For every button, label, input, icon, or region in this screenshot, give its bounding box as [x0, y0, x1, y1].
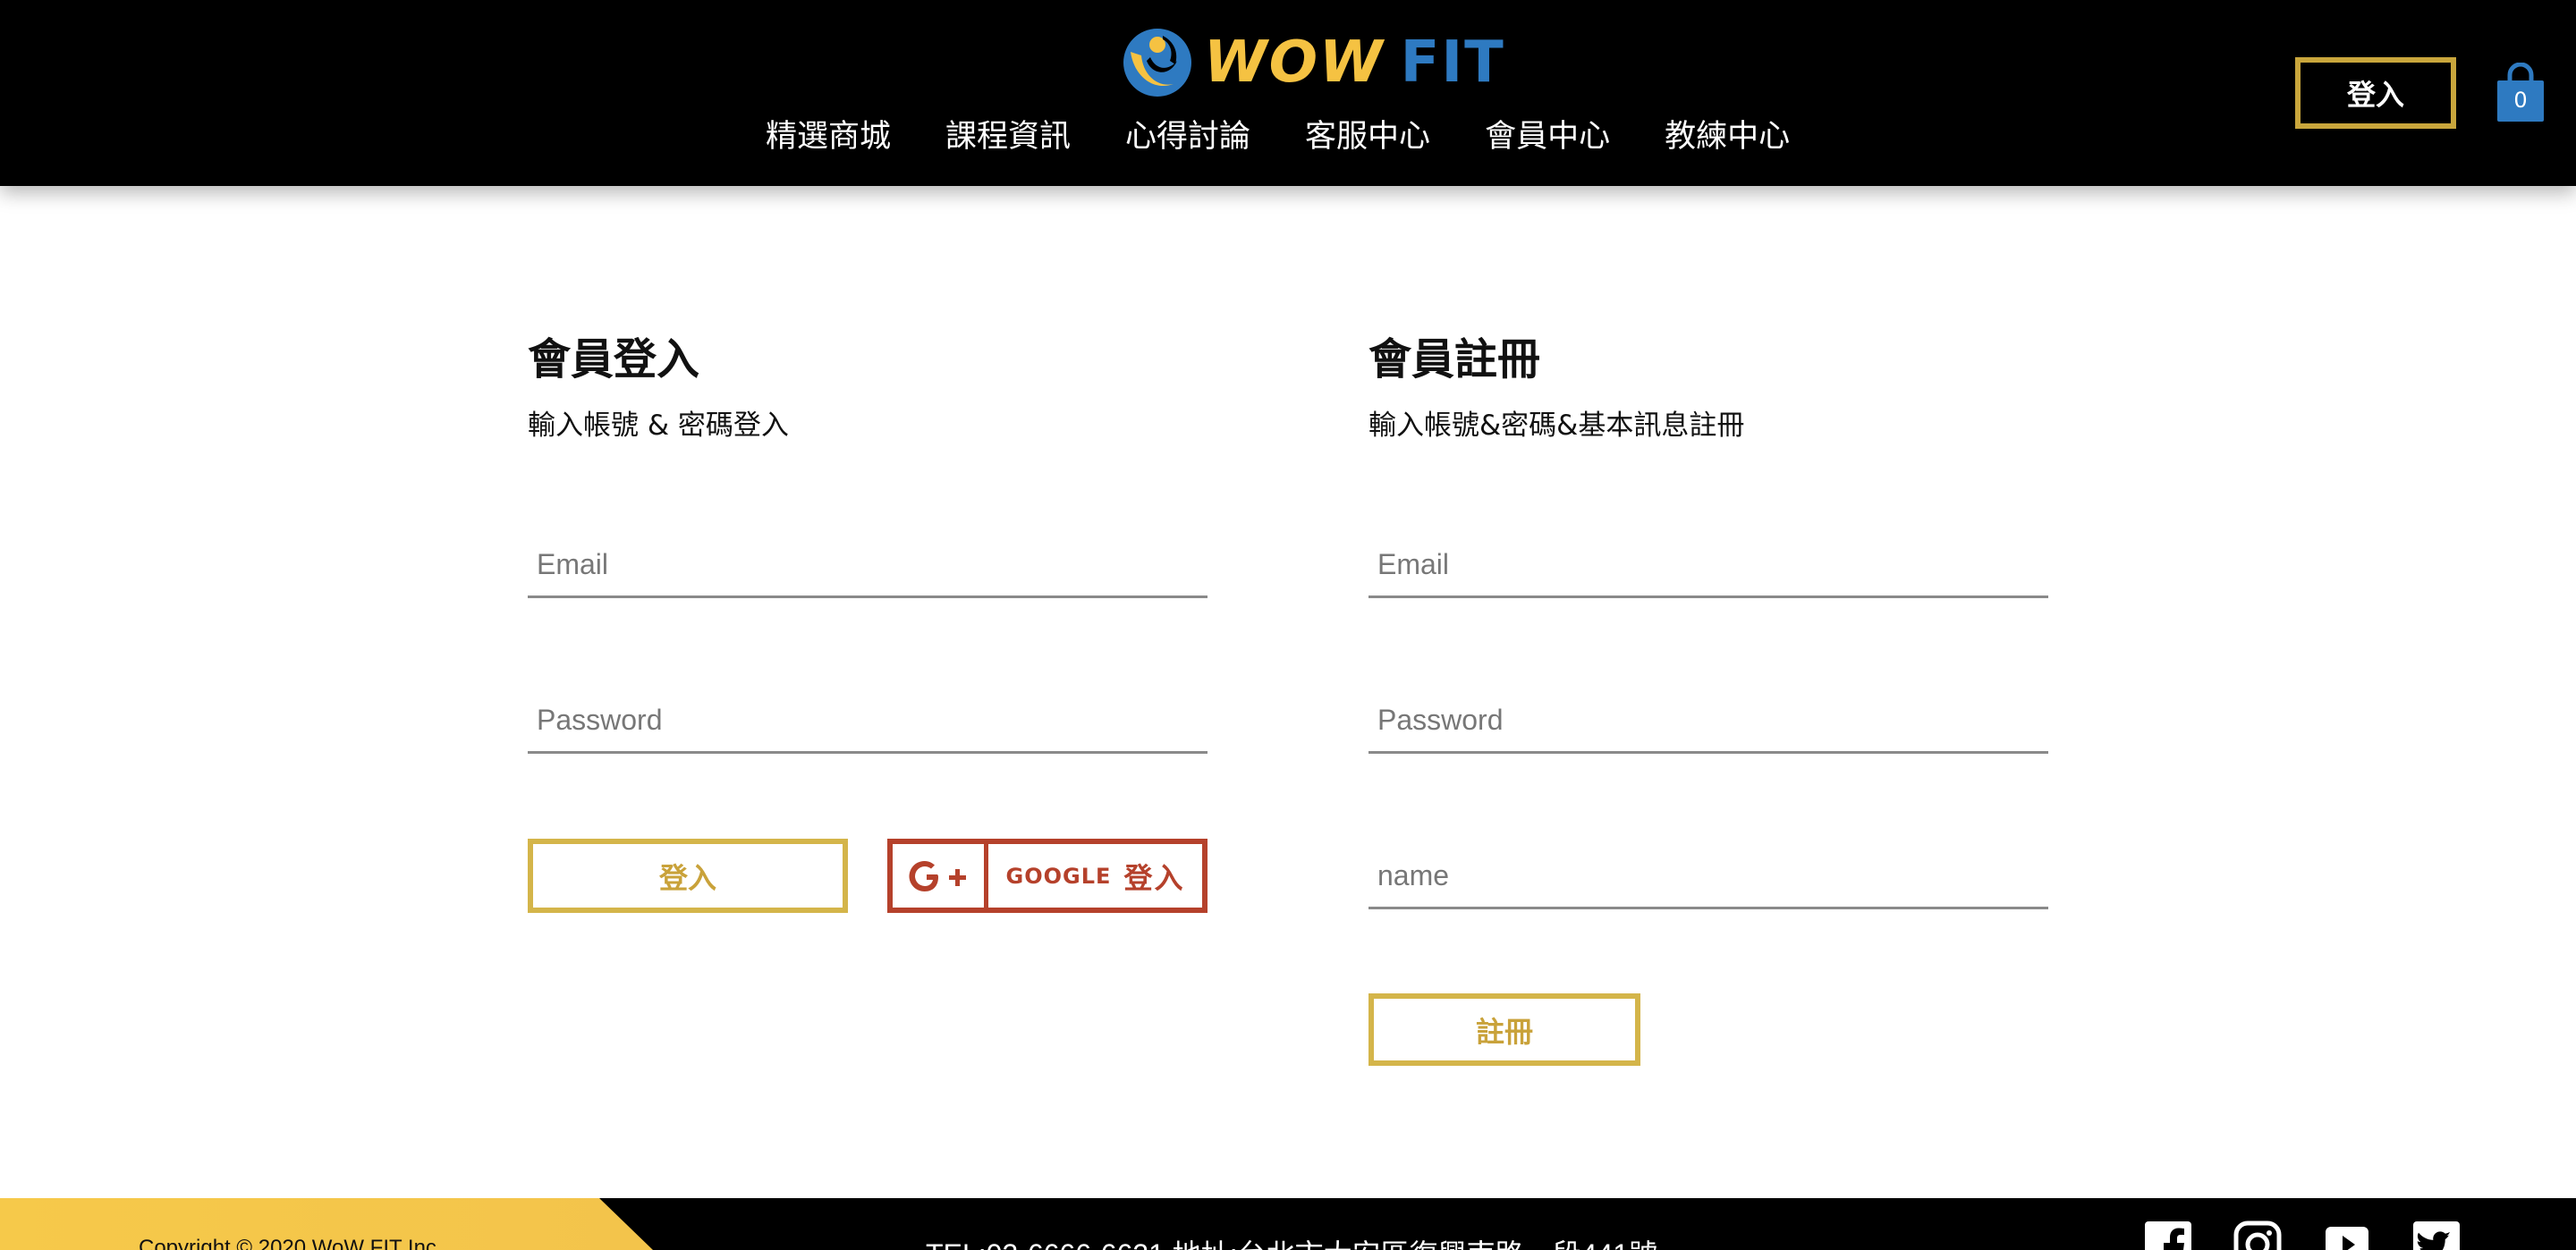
logo-fit-text: FIT [1400, 30, 1505, 96]
register-title: 會員註冊 [1368, 334, 1541, 384]
google-login-button[interactable]: GOOGLE 登入 [887, 839, 1208, 913]
logo-mark-icon [1123, 29, 1191, 97]
nav-item-courses[interactable]: 課程資訊 [945, 114, 1071, 159]
footer-contact-info: TEL:02-6666-6621 地址:台北市大安區復興南路一段441號 [926, 1232, 1657, 1250]
cart-count: 0 [2513, 88, 2528, 113]
google-plus-icon [909, 860, 966, 891]
twitter-icon[interactable] [2411, 1220, 2462, 1250]
register-email-field [1368, 533, 2048, 598]
register-password-input[interactable] [1368, 688, 2048, 751]
register-name-field [1368, 844, 2048, 909]
login-email-field [528, 533, 1208, 598]
google-label: GOOGLE [1005, 863, 1112, 889]
login-submit-button[interactable]: 登入 [528, 839, 848, 913]
login-title: 會員登入 [528, 334, 700, 384]
facebook-icon[interactable] [2143, 1220, 2193, 1250]
copyright-text: Copyright © 2020 WoW FIT Inc. [139, 1236, 443, 1250]
site-footer: Copyright © 2020 WoW FIT Inc. TEL:02-666… [0, 1198, 2576, 1250]
login-subtitle: 輸入帳號 & 密碼登入 [528, 410, 789, 442]
main-nav: 精選商城 課程資訊 心得討論 客服中心 會員中心 教練中心 [766, 114, 1790, 159]
logo-wow-text: WOW [1204, 30, 1385, 96]
nav-item-support[interactable]: 客服中心 [1305, 114, 1430, 159]
register-subtitle: 輸入帳號&密碼&基本訊息註冊 [1368, 410, 1745, 442]
login-password-input[interactable] [528, 688, 1208, 751]
login-password-field [528, 688, 1208, 754]
register-name-input[interactable] [1368, 844, 2048, 907]
header-login-button[interactable]: 登入 [2295, 57, 2456, 129]
nav-item-coach[interactable]: 教練中心 [1665, 114, 1790, 159]
register-email-input[interactable] [1368, 533, 2048, 595]
cart-button[interactable]: 0 [2496, 63, 2546, 123]
site-header: WOW FIT 精選商城 課程資訊 心得討論 客服中心 會員中心 教練中心 登入 … [0, 0, 2576, 186]
instagram-icon[interactable] [2233, 1220, 2283, 1250]
login-email-input[interactable] [528, 533, 1208, 595]
site-logo[interactable]: WOW FIT [1118, 25, 1505, 100]
nav-item-shop[interactable]: 精選商城 [766, 114, 891, 159]
google-login-label: 登入 [1123, 860, 1185, 895]
register-password-field [1368, 688, 2048, 754]
nav-item-member[interactable]: 會員中心 [1485, 114, 1610, 159]
youtube-icon[interactable] [2322, 1220, 2372, 1250]
nav-item-discussion[interactable]: 心得討論 [1125, 114, 1250, 159]
register-submit-button[interactable]: 註冊 [1368, 993, 1640, 1066]
